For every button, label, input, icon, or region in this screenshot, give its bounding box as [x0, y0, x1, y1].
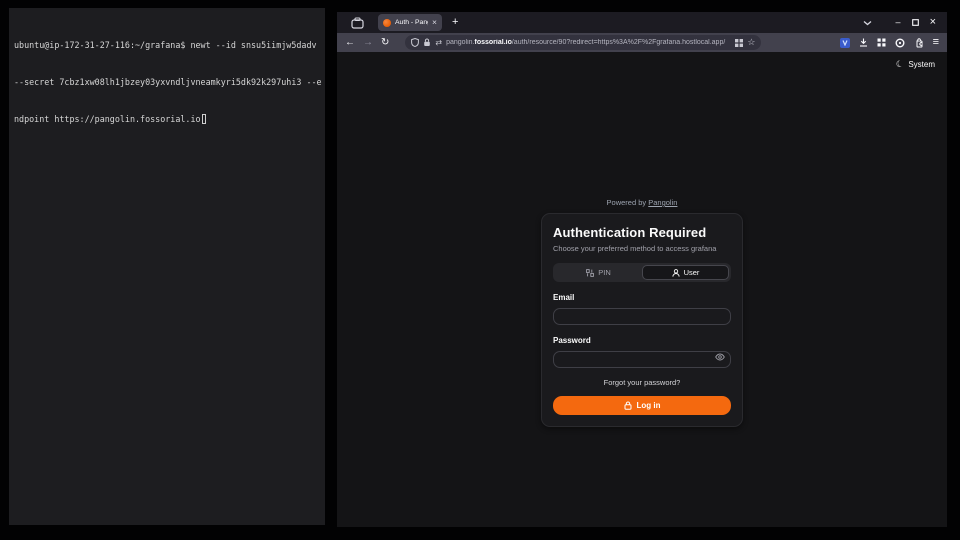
extensions-puzzle-icon[interactable]: [914, 38, 924, 48]
login-button[interactable]: Log in: [553, 396, 731, 415]
powered-by: Powered by Pangolin: [607, 198, 678, 207]
password-label: Password: [553, 336, 731, 345]
back-icon[interactable]: ←: [345, 38, 355, 48]
email-field[interactable]: [553, 308, 731, 325]
apps-grid-icon[interactable]: [877, 38, 886, 47]
login-button-label: Log in: [637, 401, 661, 410]
lock-icon: [624, 401, 632, 410]
forgot-password-link[interactable]: Forgot your password?: [553, 378, 731, 387]
toolbar-right-icons: ≡: [840, 37, 939, 48]
pangolin-favicon-icon: [383, 19, 391, 27]
close-window-button[interactable]: ×: [930, 17, 936, 28]
blue-extension-icon[interactable]: [840, 38, 850, 48]
user-icon: [672, 269, 680, 277]
desktop: ubuntu@ip-172-31-27-116:~/grafana$ newt …: [0, 0, 960, 540]
reload-icon[interactable]: ↻: [381, 38, 389, 48]
tab-close-icon[interactable]: ×: [432, 18, 437, 27]
window-controls: – ×: [896, 17, 938, 28]
browser-window: Auth - Pangolin × + – × ← → ↻: [337, 12, 947, 527]
terminal-line: --secret 7cbz1xw08lh1jbzey03yxvndljvneam…: [14, 76, 322, 88]
url-subdomain: pangolin.: [446, 39, 474, 46]
auth-card: Authentication Required Choose your pref…: [541, 213, 743, 427]
auth-section: Powered by Pangolin Authentication Requi…: [337, 198, 947, 427]
email-input-wrap: [553, 306, 731, 325]
browser-nav-bar: ← → ↻ ⇄ pangolin.fossorial.io/auth/resou…: [337, 33, 947, 52]
firefox-view-icon[interactable]: [349, 16, 365, 30]
theme-toggle-label: System: [908, 60, 935, 69]
bookmark-star-icon[interactable]: ☆: [747, 38, 755, 47]
card-subtitle: Choose your preferred method to access g…: [553, 244, 731, 253]
ublock-circle-icon[interactable]: [895, 38, 905, 48]
tab-pin[interactable]: PIN: [555, 265, 642, 280]
card-title: Authentication Required: [553, 225, 731, 240]
pangolin-link[interactable]: Pangolin: [648, 198, 677, 207]
page-content: ☾ System Powered by Pangolin Authenticat…: [337, 52, 947, 527]
shield-icon[interactable]: [411, 38, 419, 47]
tab-title: Auth - Pangolin: [395, 19, 428, 26]
menu-hamburger-icon[interactable]: ≡: [933, 37, 939, 48]
email-label: Email: [553, 293, 731, 302]
password-input-wrap: [553, 349, 731, 368]
forward-icon[interactable]: →: [363, 38, 373, 48]
list-tabs-chevron-icon[interactable]: [863, 20, 872, 26]
terminal-line-text: ndpoint https://pangolin.fossorial.io: [14, 114, 201, 124]
maximize-button[interactable]: [912, 19, 919, 26]
terminal-line: ndpoint https://pangolin.fossorial.io: [14, 113, 322, 125]
password-field[interactable]: [553, 351, 731, 368]
url-bar[interactable]: ⇄ pangolin.fossorial.io/auth/resource/90…: [405, 35, 761, 50]
swap-arrows-icon[interactable]: ⇄: [435, 38, 442, 47]
browser-tab-bar: Auth - Pangolin × + – ×: [337, 12, 947, 33]
theme-toggle-button[interactable]: ☾ System: [896, 60, 935, 69]
url-path: /auth/resource/90?redirect=https%3A%2F%2…: [512, 39, 725, 46]
url-domain: fossorial.io: [475, 39, 512, 46]
minimize-button[interactable]: –: [896, 18, 901, 27]
auth-method-tabs: PIN User: [553, 263, 731, 282]
tab-pin-label: PIN: [598, 268, 611, 277]
powered-by-text: Powered by: [607, 198, 647, 207]
moon-icon: ☾: [895, 59, 905, 70]
downloads-icon[interactable]: [859, 38, 868, 47]
containers-grid-icon[interactable]: [735, 39, 743, 47]
show-password-eye-icon[interactable]: [715, 353, 725, 361]
new-tab-button[interactable]: +: [452, 17, 458, 28]
terminal-cursor: [202, 114, 207, 124]
tab-user-label: User: [684, 268, 700, 277]
terminal-line: ubuntu@ip-172-31-27-116:~/grafana$ newt …: [14, 39, 322, 51]
url-text: pangolin.fossorial.io/auth/resource/90?r…: [446, 39, 731, 46]
lock-icon[interactable]: [423, 38, 431, 47]
browser-tab[interactable]: Auth - Pangolin ×: [378, 14, 442, 31]
binary-pin-icon: [586, 269, 594, 277]
terminal-window[interactable]: ubuntu@ip-172-31-27-116:~/grafana$ newt …: [9, 8, 325, 525]
tab-user[interactable]: User: [642, 265, 729, 280]
